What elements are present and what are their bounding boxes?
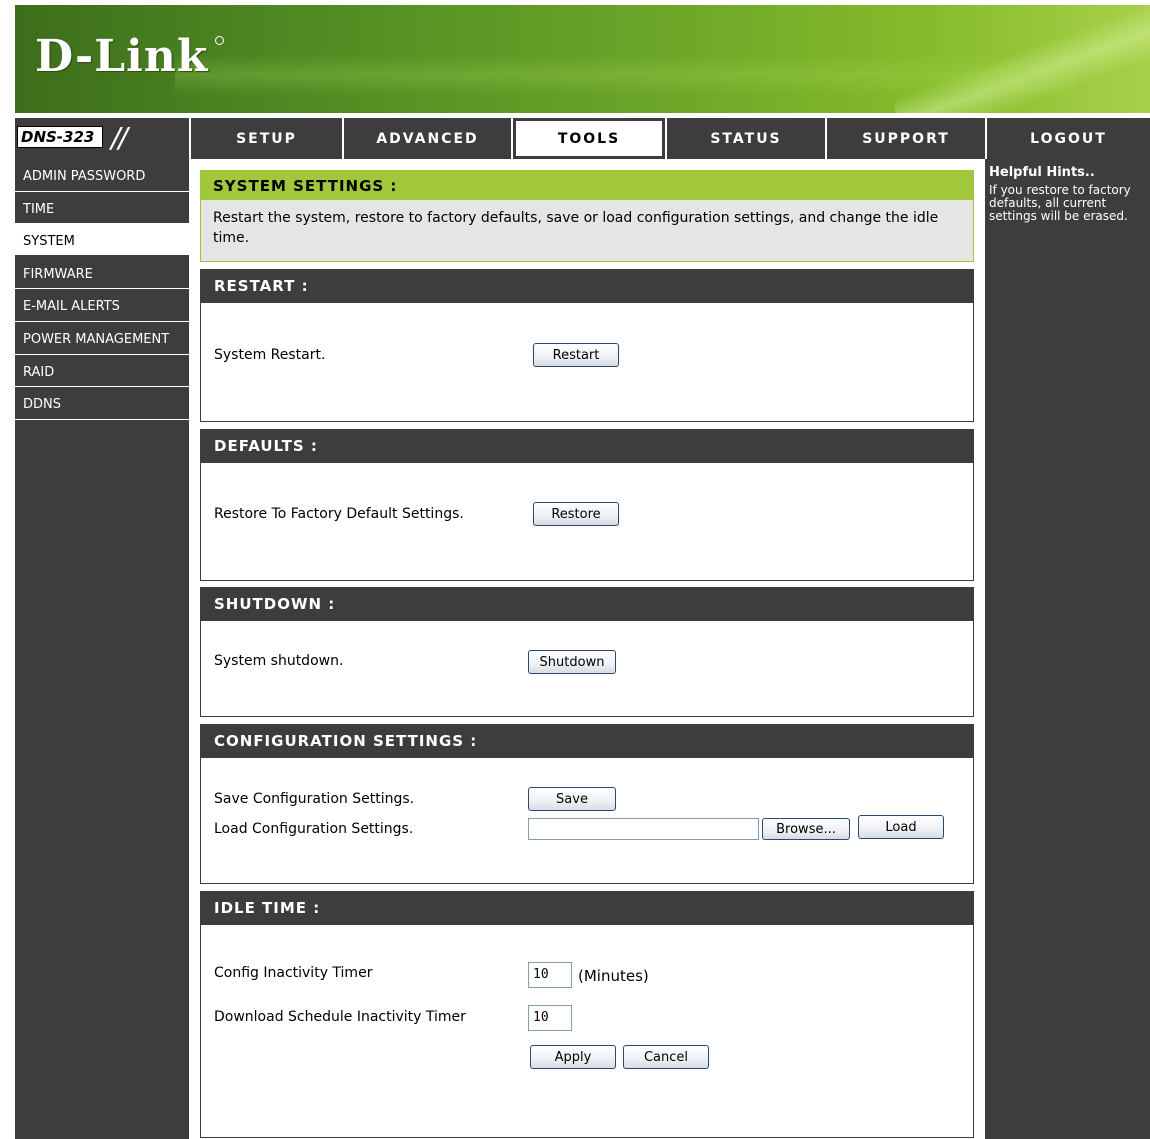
restart-button[interactable]: Restart: [533, 343, 619, 367]
download-timer-input[interactable]: 10: [528, 1005, 572, 1031]
idle-time-panel: IDLE TIME : Config Inactivity Timer 10 (…: [200, 891, 974, 1138]
sidebar-item-system[interactable]: SYSTEM: [15, 224, 189, 257]
sidebar: ADMIN PASSWORD TIME SYSTEM FIRMWARE E-MA…: [15, 159, 189, 1139]
top-navigation: DNS-323 // SETUP ADVANCED TOOLS STATUS S…: [15, 118, 1150, 159]
model-badge: DNS-323 //: [15, 118, 189, 159]
restart-panel: RESTART : System Restart. Restart: [200, 269, 974, 422]
cancel-button[interactable]: Cancel: [623, 1045, 709, 1069]
system-settings-description: Restart the system, restore to factory d…: [213, 210, 939, 246]
defaults-panel: DEFAULTS : Restore To Factory Default Se…: [200, 429, 974, 581]
shutdown-button[interactable]: Shutdown: [528, 650, 616, 674]
main-content: SYSTEM SETTINGS : Restart the system, re…: [189, 159, 985, 1139]
browse-button[interactable]: Browse...: [762, 818, 850, 840]
sidebar-item-power-management[interactable]: POWER MANAGEMENT: [15, 322, 189, 355]
restart-title: RESTART :: [201, 270, 973, 303]
save-button[interactable]: Save: [528, 787, 616, 811]
load-button[interactable]: Load: [858, 815, 944, 839]
shutdown-label: System shutdown.: [214, 653, 344, 669]
configuration-panel: CONFIGURATION SETTINGS : Save Configurat…: [200, 724, 974, 884]
slashes-decoration: //: [111, 121, 128, 154]
apply-button[interactable]: Apply: [530, 1045, 616, 1069]
download-timer-label: Download Schedule Inactivity Timer: [214, 1009, 466, 1025]
dlink-logo: D-Link: [35, 31, 209, 82]
config-timer-label: Config Inactivity Timer: [214, 965, 373, 981]
tab-logout[interactable]: LOGOUT: [987, 118, 1150, 159]
banner-decoration: [175, 55, 1075, 95]
config-timer-input[interactable]: 10: [528, 962, 572, 988]
system-settings-panel: SYSTEM SETTINGS : Restart the system, re…: [200, 170, 974, 262]
system-settings-title: SYSTEM SETTINGS :: [201, 171, 973, 200]
restore-button[interactable]: Restore: [533, 502, 619, 526]
sidebar-item-ddns[interactable]: DDNS: [15, 387, 189, 420]
tab-advanced[interactable]: ADVANCED: [344, 118, 511, 159]
configuration-title: CONFIGURATION SETTINGS :: [201, 725, 973, 758]
sidebar-item-email-alerts[interactable]: E-MAIL ALERTS: [15, 289, 189, 322]
config-file-input[interactable]: [528, 818, 759, 840]
load-config-label: Load Configuration Settings.: [214, 821, 414, 837]
idle-time-title: IDLE TIME :: [201, 892, 973, 925]
restore-label: Restore To Factory Default Settings.: [214, 506, 464, 522]
sidebar-item-admin-password[interactable]: ADMIN PASSWORD: [15, 159, 189, 192]
helpful-hints-panel: Helpful Hints.. If you restore to factor…: [985, 159, 1150, 1139]
tab-support[interactable]: SUPPORT: [827, 118, 985, 159]
hints-title: Helpful Hints..: [989, 165, 1095, 180]
restart-label: System Restart.: [214, 347, 326, 363]
sidebar-item-firmware[interactable]: FIRMWARE: [15, 257, 189, 290]
registered-mark-icon: [215, 36, 224, 45]
model-name: DNS-323: [17, 126, 103, 148]
tab-setup[interactable]: SETUP: [191, 118, 342, 159]
shutdown-panel: SHUTDOWN : System shutdown. Shutdown: [200, 587, 974, 717]
sidebar-item-time[interactable]: TIME: [15, 192, 189, 225]
defaults-title: DEFAULTS :: [201, 430, 973, 463]
tab-status[interactable]: STATUS: [667, 118, 825, 159]
shutdown-title: SHUTDOWN :: [201, 588, 973, 621]
minutes-unit-label: (Minutes): [578, 967, 649, 985]
tab-tools[interactable]: TOOLS: [513, 118, 665, 159]
hints-text: If you restore to factory defaults, all …: [989, 183, 1131, 223]
sidebar-item-raid[interactable]: RAID: [15, 355, 189, 388]
save-config-label: Save Configuration Settings.: [214, 791, 415, 807]
header-banner: D-Link: [15, 5, 1150, 113]
